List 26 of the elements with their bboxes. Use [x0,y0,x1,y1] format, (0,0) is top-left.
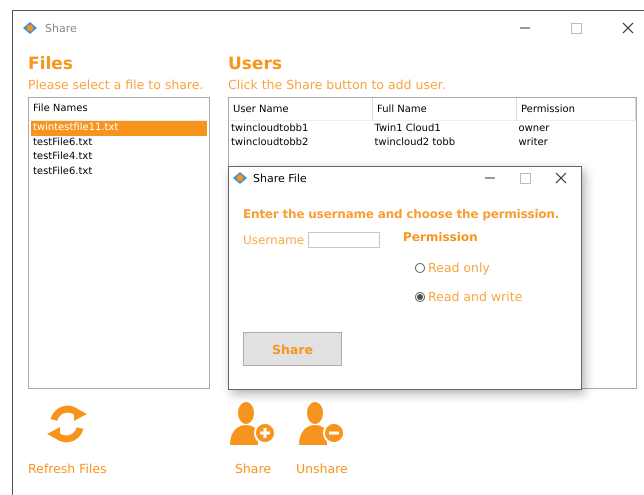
section-hint: Please select a file to share. [28,77,204,93]
table-cell: owner [516,120,636,136]
table-cell-text: twincloudtobb2 [230,136,310,150]
app-logo-icon [233,172,247,184]
column-header[interactable]: Full Name [372,98,516,120]
section-heading: Users [228,53,283,75]
dialog-title: Share File [253,172,307,184]
file-item[interactable]: testFile6.txt [31,136,207,150]
close-icon[interactable] [555,172,567,184]
section-hint: Click the Share button to add user. [228,77,447,93]
file-item[interactable]: testFile4.txt [31,150,207,164]
close-icon[interactable] [622,22,634,34]
table-cell: Twin1 Cloud1 [372,120,516,136]
window-title: Share [45,22,77,34]
file-item[interactable]: testFile6.txt [31,164,207,179]
dialog-prompt: Enter the username and choose the permission. [243,207,560,221]
field-label: Username [243,233,304,247]
username-field[interactable] [308,232,380,248]
table-cell-text: twincloud2 tobb [374,136,456,150]
permission-label: Permission [403,230,479,246]
column-header[interactable]: User Name [229,98,372,120]
table-cell: twincloudtobb1 [229,120,372,136]
app-logo-icon [23,22,37,34]
section-heading: Files [28,53,74,75]
table-cell-text: writer [518,136,549,150]
column-header[interactable]: Permission [516,98,636,120]
